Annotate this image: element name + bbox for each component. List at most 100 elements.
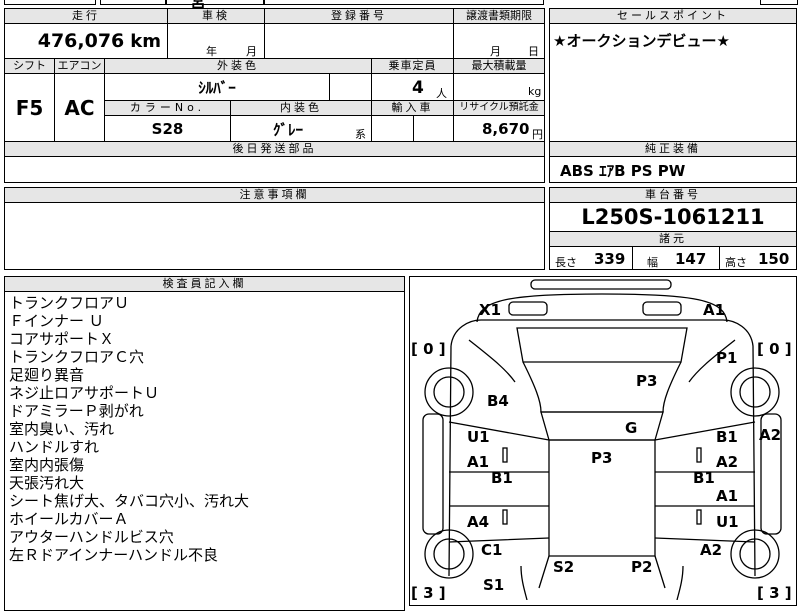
shift-header: シフト bbox=[4, 58, 55, 74]
transfer-deadline-header: 譲渡書類期限 bbox=[453, 8, 545, 24]
inspector-note: 室内内張傷 bbox=[9, 456, 85, 474]
mark-p2: P2 bbox=[631, 558, 652, 576]
width-value: 147 bbox=[675, 250, 707, 268]
front-bumper-strip bbox=[530, 279, 672, 290]
mark-c1: C1 bbox=[481, 541, 502, 559]
bracket-rear-right: [ 3 ] bbox=[757, 584, 792, 600]
dimensions-header: 諸元 bbox=[549, 231, 797, 247]
aircon-cell: AC bbox=[54, 73, 105, 142]
color-no-cell: S28 bbox=[104, 115, 231, 142]
hood-top bbox=[516, 327, 688, 363]
genuine-equipment-header: 純正装備 bbox=[549, 141, 797, 157]
recycle-fee-header: リサイクル預託金 bbox=[453, 100, 545, 116]
capacity-unit: 人 bbox=[436, 87, 447, 100]
import-car-header: 輸入車 bbox=[371, 100, 454, 116]
registration-header: 登録番号 bbox=[264, 8, 454, 24]
genuine-equipment-cell: ABS ｴｱB PS PW bbox=[549, 156, 797, 183]
recycle-fee-cell: 8,670 円 bbox=[453, 115, 545, 142]
interior-color-cell: ｸﾞﾚｰ 系 bbox=[230, 115, 372, 142]
chassis-number-value: L250S-1061211 bbox=[581, 205, 765, 229]
exterior-color-cell: ｼﾙﾊﾞｰ bbox=[104, 73, 330, 101]
length-cell: 長さ 339 bbox=[549, 246, 633, 270]
bracket-rear-left: [ 3 ] bbox=[411, 584, 446, 600]
inspection-header: 車検 bbox=[167, 8, 265, 24]
recycle-fee-unit: 円 bbox=[532, 128, 543, 141]
mark-a2-right-edge: A2 bbox=[759, 426, 781, 444]
later-parts-header: 後日発送部品 bbox=[4, 141, 545, 157]
mileage-unit: km bbox=[130, 30, 161, 52]
color-no-header: カラーNo. bbox=[104, 100, 231, 116]
windshield bbox=[540, 411, 664, 441]
capacity-value: 4 bbox=[412, 78, 424, 98]
import-car-cell-1 bbox=[371, 115, 414, 142]
left-fender-line bbox=[468, 339, 516, 383]
inspector-notes-cell: トランクフロアＵ Ｆインナー Ｕ コアサポートＸ トランクフロアＣ穴 足廻り異音… bbox=[4, 291, 405, 611]
inspection-month-unit: 月 bbox=[246, 45, 257, 58]
rear-quarter-lines bbox=[520, 565, 684, 600]
sales-point-cell: ★オークションデビュー★ bbox=[549, 23, 797, 142]
color-no-value: S28 bbox=[151, 119, 184, 138]
body-outline bbox=[448, 319, 756, 577]
mark-s2: S2 bbox=[553, 558, 574, 576]
sales-point-text: ★オークションデビュー★ bbox=[553, 32, 730, 50]
length-label: 長さ bbox=[555, 256, 577, 269]
inspector-note: Ｆインナー Ｕ bbox=[9, 312, 104, 330]
genuine-equipment-value: ABS ｴｱB PS PW bbox=[560, 162, 686, 180]
inspector-note: ネジ止ロアサポートＵ bbox=[9, 384, 160, 402]
mark-p1: P1 bbox=[716, 349, 737, 367]
inspection-year-unit: 年 bbox=[206, 45, 217, 58]
mark-u1-left: U1 bbox=[467, 428, 490, 446]
mark-a1-right-rear: A1 bbox=[716, 487, 738, 505]
mark-g: G bbox=[625, 419, 637, 437]
right-headlight bbox=[642, 301, 682, 316]
inspector-note: 天張汚れ大 bbox=[9, 474, 85, 492]
left-rear-handle bbox=[502, 509, 508, 525]
width-cell: 幅 147 bbox=[632, 246, 720, 270]
capacity-cell: 4 人 bbox=[371, 73, 454, 101]
exterior-color-extra-cell bbox=[329, 73, 372, 101]
inspector-note: ハンドルすれ bbox=[9, 438, 100, 456]
mark-p3-roof: P3 bbox=[591, 449, 612, 467]
front-right-wheel bbox=[730, 367, 780, 417]
inspector-note: ホイールカバーＡ bbox=[9, 510, 129, 528]
top-strip: 宮 bbox=[0, 0, 800, 11]
mark-b1-left: B1 bbox=[491, 469, 513, 487]
transfer-deadline-cell: 月 日 bbox=[453, 23, 545, 59]
mark-u1-right-rear: U1 bbox=[716, 513, 739, 531]
left-side-skirt bbox=[422, 413, 444, 535]
mileage-value: 476,076 bbox=[37, 30, 125, 52]
inspector-note: 室内臭い、汚れ bbox=[9, 420, 115, 438]
inspector-notes-list: トランクフロアＵ Ｆインナー Ｕ コアサポートＸ トランクフロアＣ穴 足廻り異音… bbox=[9, 294, 249, 564]
mark-s1: S1 bbox=[483, 576, 504, 594]
max-load-header: 最大積載量 bbox=[453, 58, 545, 74]
recycle-fee-value: 8,670 bbox=[482, 120, 530, 138]
aircon-value: AC bbox=[64, 95, 95, 120]
interior-color-value: ｸﾞﾚｰ bbox=[273, 121, 304, 139]
front-left-wheel-inner bbox=[433, 376, 465, 408]
mark-a1-front-right: A1 bbox=[703, 301, 725, 319]
shift-value: F5 bbox=[15, 95, 44, 120]
inspector-note: シート焦げ大、タバコ穴小、汚れ大 bbox=[9, 492, 250, 510]
front-right-wheel-inner bbox=[739, 376, 771, 408]
mileage-cell: 476,076 km bbox=[4, 23, 168, 59]
inspection-cell: 年 月 bbox=[167, 23, 265, 59]
registration-cell bbox=[264, 23, 454, 59]
front-bumper-outline bbox=[476, 293, 728, 323]
mark-a2-right-door: A2 bbox=[716, 453, 738, 471]
inspector-note: コアサポートＸ bbox=[9, 330, 115, 348]
max-load-cell: kg bbox=[453, 73, 545, 101]
height-cell: 高さ 150 bbox=[719, 246, 797, 270]
bracket-front-right: [ 0 ] bbox=[757, 340, 792, 358]
mark-a4: A4 bbox=[467, 513, 489, 531]
inspector-note: 左Ｒドアインナーハンドル不良 bbox=[9, 546, 218, 564]
shift-cell: F5 bbox=[4, 73, 55, 142]
transfer-month-unit: 月 bbox=[490, 45, 501, 58]
interior-color-header: 内装色 bbox=[230, 100, 372, 116]
inspector-note: アウターハンドルビス穴 bbox=[9, 528, 174, 546]
inspector-note: 足廻り異音 bbox=[9, 366, 85, 384]
notes-cell bbox=[4, 202, 545, 270]
inspector-note: トランクフロアＵ bbox=[9, 294, 130, 312]
width-label: 幅 bbox=[647, 256, 658, 269]
mark-x1: X1 bbox=[479, 301, 501, 319]
exterior-color-header: 外装色 bbox=[104, 58, 372, 74]
